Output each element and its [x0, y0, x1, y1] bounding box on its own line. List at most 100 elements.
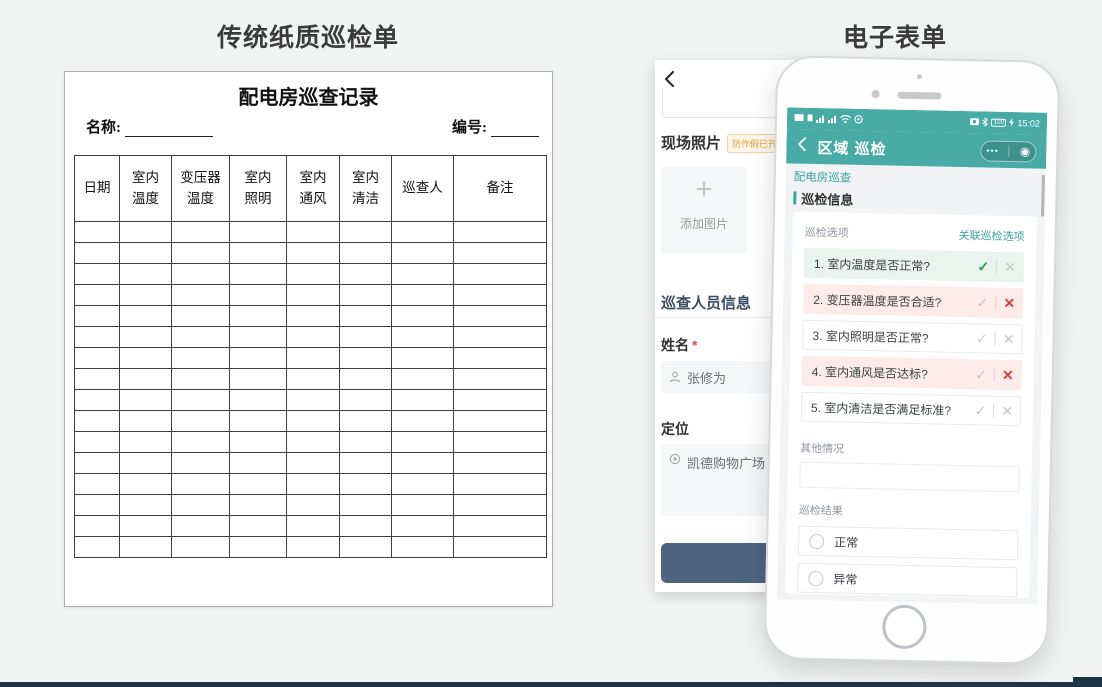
result-option-normal[interactable]: 正常 [798, 526, 1019, 561]
col-header-indoor-temp: 室内 温度 [120, 156, 172, 222]
name-blank-line [125, 122, 213, 137]
table-cell [340, 348, 392, 369]
col-header-transformer-temp: 变压器 温度 [172, 156, 230, 222]
breadcrumb-link[interactable]: 配电房巡查 [794, 168, 852, 185]
check-icon[interactable]: ✓ [976, 331, 988, 345]
table-cell [75, 516, 120, 537]
sim-icon [807, 114, 813, 124]
table-cell [454, 390, 547, 411]
location-label: 定位 [661, 419, 689, 439]
table-cell [172, 537, 230, 558]
inspector-section-header: 巡查人员信息 [661, 292, 751, 313]
check-icon[interactable]: ✓ [974, 403, 986, 417]
check-icon[interactable]: ✓ [975, 367, 987, 381]
col-header-inspector: 巡查人 [392, 156, 454, 222]
table-cell [340, 537, 392, 558]
col-header-remarks: 备注 [454, 156, 547, 222]
table-cell [172, 390, 230, 411]
table-cell [120, 264, 172, 285]
table-cell [340, 474, 392, 495]
table-cell [454, 285, 547, 306]
result-option-abnormal[interactable]: 异常 [797, 563, 1018, 598]
table-cell [172, 516, 230, 537]
close-target-button[interactable]: ◉ [1020, 145, 1031, 157]
table-cell [287, 285, 340, 306]
table-cell [75, 390, 120, 411]
table-cell [172, 348, 230, 369]
table-cell [454, 495, 547, 516]
radio-icon[interactable] [809, 533, 824, 548]
link-related-options[interactable]: 关联巡检选项 [958, 227, 1024, 244]
camera-icon [970, 117, 979, 127]
table-cell [230, 516, 287, 537]
table-cell [392, 327, 454, 348]
table-cell [172, 243, 230, 264]
inspection-card: 巡检选项 关联巡检选项 1. 室内温度是否正常? ✓ ✕ 2. 变压器温度是否合… [785, 211, 1037, 598]
check-icon[interactable]: ✓ [977, 259, 989, 273]
check-icon[interactable]: ✓ [977, 295, 989, 309]
table-cell [287, 348, 340, 369]
table-cell [120, 495, 172, 516]
table-cell [340, 432, 392, 453]
table-cell [230, 327, 287, 348]
data-saver-icon [854, 114, 863, 125]
table-cell [230, 285, 287, 306]
table-cell [287, 222, 340, 243]
other-situations-label: 其他情况 [800, 440, 1020, 461]
table-cell [340, 243, 392, 264]
table-cell [392, 306, 454, 327]
form-content: 配电房巡查 巡检信息 巡检选项 关联巡检选项 1. 室内温度是否正常? ✓ ✕ [777, 163, 1046, 604]
table-cell [454, 306, 547, 327]
cross-icon[interactable]: ✕ [1003, 296, 1015, 310]
option-divider [995, 332, 996, 346]
table-cell [75, 327, 120, 348]
more-menu-button[interactable]: ••• [986, 146, 999, 155]
table-cell [340, 306, 392, 327]
option-text: 4. 室内通风是否达标? [812, 362, 976, 382]
table-cell [230, 348, 287, 369]
table-cell [392, 411, 454, 432]
cross-icon[interactable]: ✕ [1002, 368, 1014, 382]
slide-canvas: 传统纸质巡检单 配电房巡查记录 名称: 编号: 日期 室内 温度 变压器 温度 … [0, 0, 1102, 687]
table-cell [75, 369, 120, 390]
camera-dot [871, 90, 879, 98]
table-cell [340, 222, 392, 243]
table-cell [230, 474, 287, 495]
table-cell [120, 348, 172, 369]
signal-icon-2 [828, 114, 837, 125]
right-panel-title: 电子表单 [745, 18, 1045, 54]
plus-icon: + [661, 167, 747, 213]
table-cell [340, 369, 392, 390]
home-button[interactable] [882, 604, 927, 649]
col-header-lighting: 室内 照明 [230, 156, 287, 222]
table-row [75, 222, 547, 243]
table-cell [454, 327, 547, 348]
section-header: 巡检信息 [793, 188, 853, 208]
other-situations-input[interactable] [799, 462, 1019, 493]
radio-icon[interactable] [808, 570, 823, 585]
cross-icon[interactable]: ✕ [1004, 260, 1016, 274]
table-cell [340, 495, 392, 516]
slide-bottom-line [0, 682, 1102, 687]
table-cell [120, 432, 172, 453]
table-cell [454, 411, 547, 432]
table-cell [172, 306, 230, 327]
table-cell [120, 390, 172, 411]
option-item-4: 4. 室内通风是否达标? ✓ ✕ [801, 356, 1022, 391]
option-divider [995, 296, 996, 310]
paper-form: 配电房巡查记录 名称: 编号: 日期 室内 温度 变压器 温度 室内 照明 室内… [64, 71, 553, 607]
table-cell [287, 537, 340, 558]
add-image-button[interactable]: + 添加图片 [661, 167, 747, 254]
cross-icon[interactable]: ✕ [1003, 332, 1015, 346]
table-cell [392, 390, 454, 411]
table-cell [392, 516, 454, 537]
table-cell [172, 474, 230, 495]
number-field-label: 编号: [452, 116, 539, 137]
message-icon [794, 113, 804, 123]
slide-bottom-corner [1073, 677, 1102, 687]
nav-back-chevron-icon[interactable] [796, 137, 807, 157]
table-cell [75, 537, 120, 558]
location-value: 凯德购物广场 [687, 453, 765, 472]
cross-icon[interactable]: ✕ [1001, 404, 1013, 418]
name-value: 张修为 [687, 368, 726, 387]
